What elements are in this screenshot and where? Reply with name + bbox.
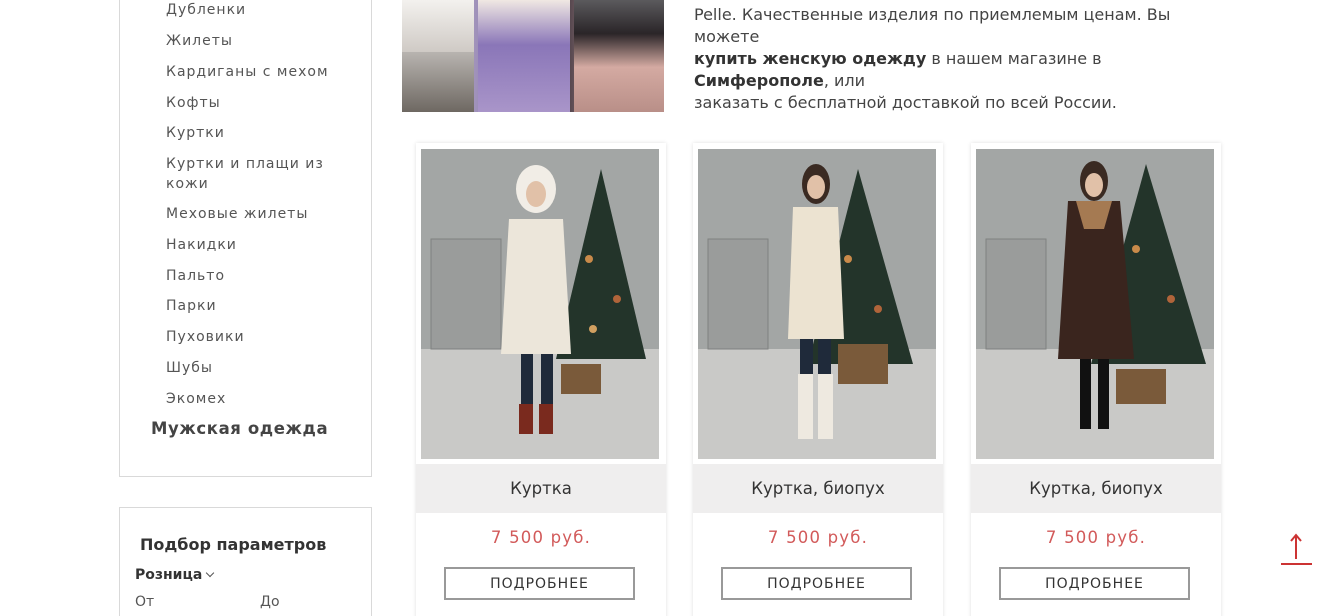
banner-photo-lilac-fur — [478, 0, 570, 112]
arrow-up-icon — [1281, 533, 1312, 565]
banner-photo-white-fur — [402, 0, 474, 52]
category-item[interactable]: Меховые жилеты — [166, 204, 336, 224]
intro-mid: в нашем магазине в — [926, 49, 1102, 68]
chevron-down-icon — [206, 568, 215, 578]
category-item[interactable]: Шубы — [166, 358, 336, 378]
category-item[interactable]: Дубленки — [166, 0, 336, 20]
product-card: Куртка, биопух 7 500 руб. ПОДРОБНЕЕ — [693, 143, 943, 616]
category-item[interactable]: Кофты — [166, 93, 336, 113]
category-item[interactable]: Кардиганы с мехом — [166, 62, 336, 82]
product-photo[interactable] — [976, 149, 1214, 459]
product-photo[interactable] — [421, 149, 659, 459]
product-photo-image — [698, 149, 936, 459]
product-photo-image — [976, 149, 1214, 459]
details-button[interactable]: ПОДРОБНЕЕ — [444, 567, 635, 600]
product-price: 7 500 руб. — [1045, 528, 1147, 547]
category-item[interactable]: Пальто — [166, 266, 336, 286]
intro-tail: , или — [823, 71, 866, 90]
details-button[interactable]: ПОДРОБНЕЕ — [999, 567, 1190, 600]
category-item[interactable]: Накидки — [166, 235, 336, 255]
filter-title: Подбор параметров — [140, 535, 327, 554]
category-item[interactable]: Куртки и плащи из кожи — [166, 154, 331, 194]
category-item[interactable]: Жилеты — [166, 31, 336, 51]
category-sidebar: Дубленки Жилеты Кардиганы с мехом Кофты … — [119, 0, 372, 477]
product-title[interactable]: Куртка — [416, 464, 666, 513]
price-to-label: До — [260, 594, 280, 610]
category-item[interactable]: Экомех — [166, 389, 336, 409]
intro-bold-buy: купить женскую одежду — [694, 49, 927, 68]
product-card: Куртка 7 500 руб. ПОДРОБНЕЕ — [416, 143, 666, 616]
product-card: Куртка, биопух 7 500 руб. ПОДРОБНЕЕ — [971, 143, 1221, 616]
product-title[interactable]: Куртка, биопух — [971, 464, 1221, 513]
filter-retail-toggle[interactable]: Розница — [135, 567, 215, 583]
intro-line-2: купить женскую одежду в нашем магазине в… — [694, 48, 1234, 92]
intro-line-1: Pelle. Качественные изделия по приемлемы… — [694, 5, 1171, 46]
product-title[interactable]: Куртка, биопух — [693, 464, 943, 513]
product-photo[interactable] — [698, 149, 936, 459]
price-from-label: От — [135, 594, 155, 610]
category-item[interactable]: Парки — [166, 296, 336, 316]
category-item[interactable]: Пуховики — [166, 327, 336, 347]
intro-line-3: заказать с бесплатной доставкой по всей … — [694, 93, 1117, 112]
product-price: 7 500 руб. — [767, 528, 869, 547]
intro-text: Pelle. Качественные изделия по приемлемы… — [694, 4, 1234, 114]
scroll-to-top-button[interactable] — [1281, 531, 1313, 567]
intro-bold-city: Симферополе — [694, 71, 824, 90]
page: Дубленки Жилеты Кардиганы с мехом Кофты … — [0, 0, 1340, 616]
filter-panel: Подбор параметров Розница От До — [119, 507, 372, 616]
filter-retail-label: Розница — [135, 567, 203, 583]
catalog-banner-image — [402, 0, 664, 112]
banner-photo-dark-coat — [402, 52, 474, 112]
details-button[interactable]: ПОДРОБНЕЕ — [721, 567, 912, 600]
banner-photo-pink-jacket — [574, 0, 664, 112]
category-item[interactable]: Куртки — [166, 123, 336, 143]
product-price: 7 500 руб. — [490, 528, 592, 547]
category-mens-clothing[interactable]: Мужская одежда — [151, 419, 328, 438]
product-photo-image — [421, 149, 659, 459]
